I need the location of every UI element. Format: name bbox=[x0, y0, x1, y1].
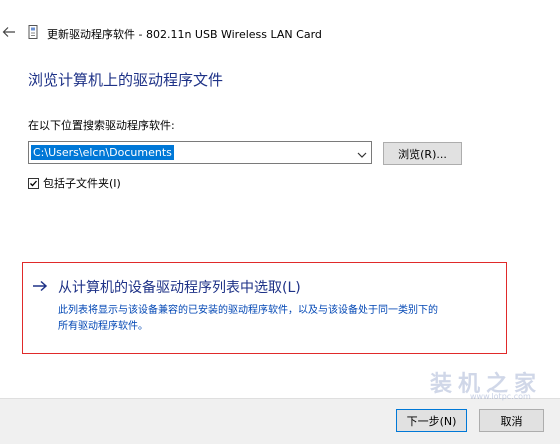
page-title: 浏览计算机上的驱动程序文件 bbox=[28, 71, 224, 89]
watermark-url: www.lotpc.com bbox=[470, 392, 531, 401]
pick-from-list-link[interactable]: 从计算机的设备驱动程序列表中选取(L) bbox=[58, 277, 301, 297]
include-subfolders-label: 包括子文件夹(I) bbox=[43, 177, 121, 190]
back-arrow-icon[interactable] bbox=[2, 25, 16, 39]
pick-from-list-description-line1: 此列表将显示与该设备兼容的已安装的驱动程序软件，以及与该设备处于同一类别下的 bbox=[58, 305, 438, 316]
window-title: 更新驱动程序软件 - 802.11n USB Wireless LAN Card bbox=[47, 28, 322, 41]
cancel-button[interactable]: 取消 bbox=[479, 409, 544, 432]
right-arrow-icon bbox=[32, 280, 48, 292]
pick-from-list-description-line2: 所有驱动程序软件。 bbox=[58, 321, 148, 332]
browse-button[interactable]: 浏览(R)... bbox=[383, 142, 462, 165]
search-path-combobox[interactable]: C:\Users\elcn\Documents bbox=[28, 141, 372, 164]
include-subfolders-option[interactable]: 包括子文件夹(I) bbox=[28, 176, 121, 190]
chevron-down-icon[interactable] bbox=[357, 148, 367, 158]
pick-from-list-option[interactable]: 从计算机的设备驱动程序列表中选取(L) 此列表将显示与该设备兼容的已安装的驱动程… bbox=[22, 262, 507, 354]
device-driver-icon bbox=[27, 25, 39, 39]
search-path-value[interactable]: C:\Users\elcn\Documents bbox=[31, 145, 174, 160]
dialog-footer bbox=[0, 398, 560, 444]
next-button[interactable]: 下一步(N) bbox=[396, 409, 467, 432]
search-location-label: 在以下位置搜索驱动程序软件: bbox=[28, 119, 175, 132]
checkmark-icon bbox=[30, 180, 37, 186]
include-subfolders-checkbox[interactable] bbox=[28, 177, 39, 189]
